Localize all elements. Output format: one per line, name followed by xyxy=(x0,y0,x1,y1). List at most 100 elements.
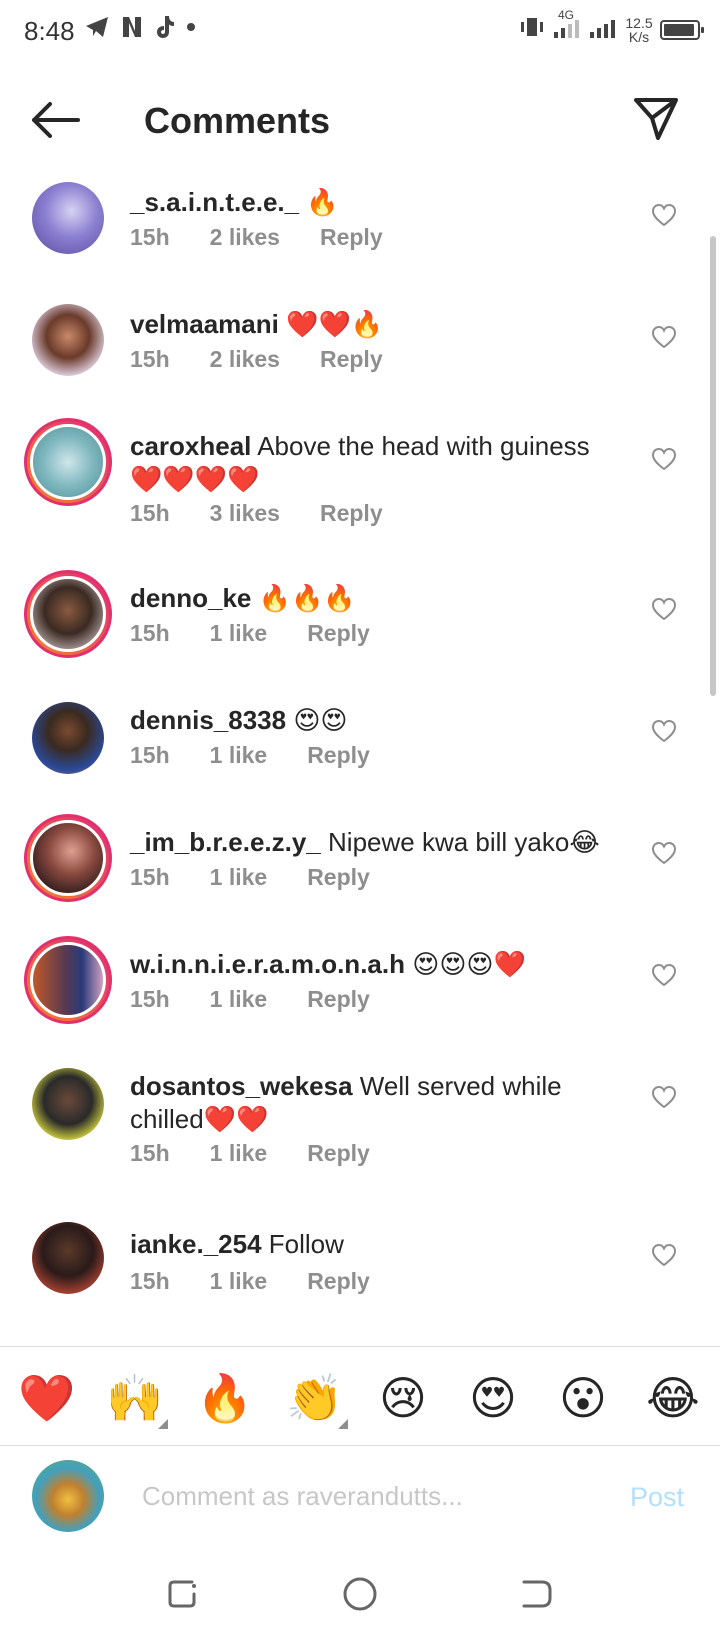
comment-time: 15h xyxy=(130,620,170,646)
signal-icon xyxy=(588,14,618,45)
reply-button[interactable]: Reply xyxy=(307,1140,370,1167)
comment-username[interactable]: denno_ke xyxy=(130,583,251,613)
back-nav-icon[interactable] xyxy=(516,1574,556,1614)
comment-body: 😍😍😍❤️ xyxy=(404,949,526,979)
comment-time: 15h xyxy=(130,1268,170,1294)
comment-time: 15h xyxy=(130,346,170,372)
comment-text: _im_b.r.e.e.z.y_ Nipewe kwa bill yako😂 xyxy=(130,826,620,859)
header: Comments xyxy=(0,66,720,172)
emoji-surprised-button[interactable]: 😮 xyxy=(556,1371,610,1425)
comment-username[interactable]: velmaamani xyxy=(130,309,279,339)
emoji-fire-button[interactable]: 🔥 xyxy=(196,1371,253,1425)
comment-body: 😍😍 xyxy=(286,705,348,735)
tiktok-icon xyxy=(154,14,176,40)
reply-button[interactable]: Reply xyxy=(307,864,370,891)
system-icons: 4G 12.5 K/s xyxy=(518,8,704,45)
comment-text: caroxheal Above the head with guiness ❤️… xyxy=(130,430,620,496)
heart-outline-icon[interactable] xyxy=(650,840,678,866)
comment-item: ianke._254 Follow 15h 1 like Reply xyxy=(0,1212,720,1348)
comment-username[interactable]: w.i.n.n.i.e.r.a.m.o.n.a.h xyxy=(130,949,405,979)
comment-meta: 15h 2 likes Reply xyxy=(130,346,423,373)
comment-body: 🔥 xyxy=(299,187,339,217)
comment-time: 15h xyxy=(130,500,170,526)
battery-icon xyxy=(660,19,704,40)
comment-likes[interactable]: 1 like xyxy=(210,1140,268,1167)
avatar[interactable] xyxy=(32,702,104,774)
emoji-clap-button[interactable]: 👏 xyxy=(286,1371,343,1425)
comment-text: velmaamani ❤️❤️🔥 xyxy=(130,308,620,341)
comment-likes[interactable]: 1 like xyxy=(210,620,268,647)
post-button[interactable]: Post xyxy=(630,1482,684,1513)
comment-time: 15h xyxy=(130,864,170,890)
comment-likes[interactable]: 1 like xyxy=(210,742,268,769)
emoji-crying-button[interactable]: 😢 xyxy=(376,1371,430,1425)
comments-list[interactable]: _s.a.i.n.t.e.e._ 🔥 15h 2 likes Reply vel… xyxy=(0,172,720,1348)
back-button[interactable] xyxy=(28,98,82,142)
heart-outline-icon[interactable] xyxy=(650,962,678,988)
comment-item: denno_ke 🔥🔥🔥 15h 1 like Reply xyxy=(0,570,720,692)
heart-outline-icon[interactable] xyxy=(650,718,678,744)
heart-outline-icon[interactable] xyxy=(650,596,678,622)
avatar[interactable] xyxy=(32,304,104,376)
recents-icon[interactable] xyxy=(164,1574,204,1614)
reply-button[interactable]: Reply xyxy=(307,1268,370,1295)
comment-username[interactable]: dennis_8338 xyxy=(130,705,286,735)
comment-username[interactable]: _s.a.i.n.t.e.e._ xyxy=(130,187,299,217)
network-speed: 12.5 K/s xyxy=(625,14,653,45)
comment-text: dosantos_wekesa Well served while chille… xyxy=(130,1070,620,1136)
heart-outline-icon[interactable] xyxy=(650,324,678,350)
scrollbar[interactable] xyxy=(710,236,716,696)
home-icon[interactable] xyxy=(340,1574,380,1614)
comment-likes[interactable]: 3 likes xyxy=(210,500,280,527)
avatar-with-story[interactable] xyxy=(24,418,112,506)
emoji-laughing-button[interactable]: 😂 xyxy=(646,1371,700,1425)
comment-body: 🔥🔥🔥 xyxy=(251,583,356,613)
reply-button[interactable]: Reply xyxy=(307,620,370,647)
comment-likes[interactable]: 1 like xyxy=(210,986,268,1013)
comment-text: dennis_8338 😍😍 xyxy=(130,704,620,737)
reply-button[interactable]: Reply xyxy=(307,986,370,1013)
emoji-quick-bar: ❤️ 🙌 🔥 👏 😢 😍 😮 😂 xyxy=(0,1346,720,1446)
avatar-with-story[interactable] xyxy=(24,814,112,902)
comment-likes[interactable]: 1 like xyxy=(210,1268,268,1295)
comment-username[interactable]: ianke._254 xyxy=(130,1229,262,1259)
comment-likes[interactable]: 1 like xyxy=(210,864,268,891)
comment-text: denno_ke 🔥🔥🔥 xyxy=(130,582,620,615)
comment-time: 15h xyxy=(130,1140,170,1166)
dot-icon xyxy=(186,22,196,32)
reply-button[interactable]: Reply xyxy=(320,500,383,527)
heart-outline-icon[interactable] xyxy=(650,1084,678,1110)
comment-meta: 15h 2 likes Reply xyxy=(130,224,423,251)
emoji-heart-button[interactable]: ❤️ xyxy=(18,1371,75,1425)
heart-outline-icon[interactable] xyxy=(650,446,678,472)
skin-tone-indicator-icon xyxy=(338,1419,348,1429)
share-button[interactable] xyxy=(632,96,680,142)
avatar[interactable] xyxy=(32,182,104,254)
heart-outline-icon[interactable] xyxy=(650,202,678,228)
current-user-avatar xyxy=(32,1460,104,1532)
comment-item: caroxheal Above the head with guiness ❤️… xyxy=(0,416,720,570)
emoji-heart-eyes-button[interactable]: 😍 xyxy=(466,1371,520,1425)
comment-input[interactable] xyxy=(142,1474,602,1518)
reply-button[interactable]: Reply xyxy=(320,346,383,373)
heart-outline-icon[interactable] xyxy=(650,1242,678,1268)
netflix-icon xyxy=(120,15,144,39)
comment-body: ❤️❤️🔥 xyxy=(278,309,384,339)
comment-time: 15h xyxy=(130,742,170,768)
avatar-with-story[interactable] xyxy=(24,936,112,1024)
reply-button[interactable]: Reply xyxy=(320,224,383,251)
reply-button[interactable]: Reply xyxy=(307,742,370,769)
comment-text: w.i.n.n.i.e.r.a.m.o.n.a.h 😍😍😍❤️ xyxy=(130,948,620,981)
comment-username[interactable]: caroxheal xyxy=(130,431,251,461)
avatar-with-story[interactable] xyxy=(24,570,112,658)
comment-item: dosantos_wekesa Well served while chille… xyxy=(0,1058,720,1212)
emoji-raised-hands-button[interactable]: 🙌 xyxy=(106,1371,163,1425)
comment-likes[interactable]: 2 likes xyxy=(210,346,280,373)
page-title: Comments xyxy=(144,100,331,141)
back-arrow-icon xyxy=(32,102,80,138)
comment-username[interactable]: _im_b.r.e.e.z.y_ xyxy=(130,827,321,857)
comment-likes[interactable]: 2 likes xyxy=(210,224,280,251)
comment-username[interactable]: dosantos_wekesa xyxy=(130,1071,353,1101)
avatar[interactable] xyxy=(32,1068,104,1140)
avatar[interactable] xyxy=(32,1222,104,1294)
